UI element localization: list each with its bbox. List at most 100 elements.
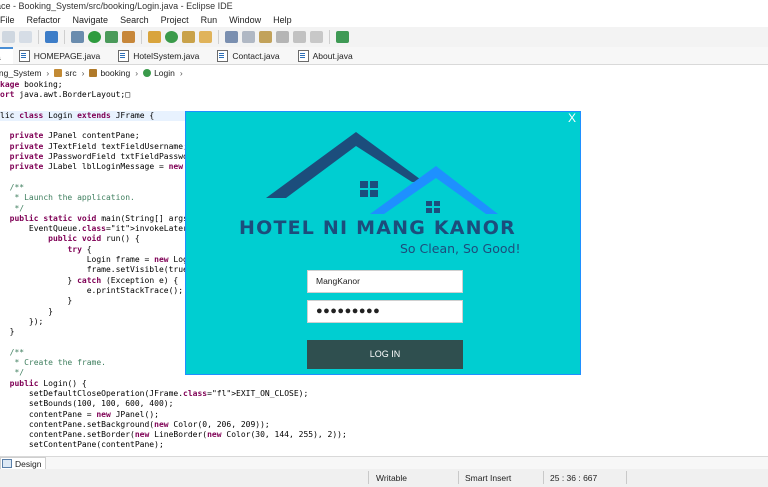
open-type-icon[interactable] [199, 31, 212, 43]
new-package-icon[interactable] [182, 31, 195, 43]
breadcrumb-label: src [65, 67, 77, 78]
main-toolbar [0, 27, 768, 48]
breadcrumb-separator-icon: › [46, 67, 50, 78]
design-icon [2, 459, 12, 468]
password-field[interactable]: ●●●●●●●●● [307, 300, 463, 323]
status-separator [458, 471, 459, 484]
menu-project[interactable]: Project [155, 15, 195, 25]
external-tools-icon[interactable] [122, 31, 135, 43]
java-file-icon [118, 49, 130, 62]
tab-label: About.java [312, 50, 353, 61]
back-arrow-icon[interactable] [293, 31, 306, 43]
debug-icon[interactable] [71, 31, 84, 43]
window-titlebar: ace - Booking_System/src/booking/Login.j… [0, 0, 768, 13]
code-line: kage booking; [0, 80, 63, 89]
code-line: contentPane.setBorder(new LineBorder(new… [0, 430, 347, 440]
status-bar: Writable Smart Insert 25 : 36 : 667 [0, 469, 768, 487]
window-dark-icon [370, 190, 378, 197]
breadcrumb-label: booking [100, 67, 131, 78]
status-separator [543, 471, 544, 484]
package-icon [89, 68, 98, 77]
new-file-icon[interactable] [2, 31, 15, 43]
menu-navigate[interactable]: Navigate [67, 15, 115, 25]
menu-help[interactable]: Help [267, 15, 298, 25]
toolbar-separator [329, 30, 330, 44]
breadcrumb-class[interactable]: Login [143, 68, 175, 78]
forward-arrow-icon[interactable] [310, 31, 323, 43]
open-perspective-icon[interactable] [336, 31, 349, 43]
tab-homepage-java[interactable]: HOMEPAGE.java [13, 47, 112, 64]
tab-about-java[interactable]: About.java [292, 47, 365, 64]
search-icon[interactable] [225, 31, 238, 43]
code-line: contentPane.setLayout(null); [0, 451, 347, 452]
window-small-icon [426, 208, 432, 213]
menu-run[interactable]: Run [195, 15, 224, 25]
coverage-icon[interactable] [105, 31, 118, 43]
status-insert-mode: Smart Insert [465, 473, 512, 483]
print-icon[interactable] [45, 31, 58, 43]
tab-label: Contact.java [232, 50, 280, 61]
window-title: ace - Booking_System/src/booking/Login.j… [0, 1, 233, 11]
toolbar-separator [218, 30, 219, 44]
menu-window[interactable]: Window [223, 15, 267, 25]
new-class-icon[interactable] [165, 31, 178, 43]
next-annotation-icon[interactable] [259, 31, 272, 43]
window-small-icon [426, 201, 432, 206]
annotation-icon[interactable] [242, 31, 255, 43]
code-line: public Login() { [9, 378, 87, 388]
java-file-icon [217, 49, 229, 62]
breadcrumb-separator-icon: › [135, 67, 139, 78]
status-separator [626, 471, 627, 484]
status-writable: Writable [376, 473, 408, 483]
hotel-name: HOTEL NI MANG KANOR [239, 217, 516, 239]
breadcrumb: ing_System › src › booking › Login › [0, 65, 768, 80]
code-line: setDefaultCloseOperation(JFrame.class="f… [0, 388, 309, 398]
menu-search[interactable]: Search [114, 15, 155, 25]
tab-label: HotelSystem.java [133, 50, 200, 61]
close-icon[interactable]: X [568, 112, 576, 124]
breadcrumb-package[interactable]: booking [89, 68, 130, 78]
window-dark-icon [370, 181, 378, 188]
code-line: setBounds(100, 100, 600, 400); [0, 399, 174, 409]
username-field[interactable]: MangKanor [307, 270, 463, 293]
code-line: setContentPane(contentPane); [0, 440, 164, 450]
status-separator [368, 471, 369, 484]
breadcrumb-src[interactable]: src [54, 67, 77, 78]
code-line: contentPane.setBackground(new Color(0, 2… [0, 419, 270, 429]
menu-bar: File Refactor Navigate Search Project Ru… [0, 13, 768, 27]
breadcrumb-project[interactable]: ing_System [0, 68, 41, 78]
window-small-icon [434, 208, 440, 213]
menu-file[interactable]: File [0, 15, 21, 25]
tab-label: a [0, 52, 1, 62]
login-window: X HOTEL NI MANG KANOR So Clean, So Good!… [185, 111, 581, 375]
window-small-icon [434, 201, 440, 206]
breadcrumb-separator-icon: › [81, 67, 85, 78]
status-cursor-position: 25 : 36 : 667 [550, 473, 598, 483]
toolbar-separator [141, 30, 142, 44]
run-icon[interactable] [88, 31, 101, 43]
window-dark-icon [360, 181, 368, 188]
breadcrumb-label: Login [154, 67, 175, 78]
hotel-tagline: So Clean, So Good! [400, 241, 521, 256]
menu-refactor[interactable]: Refactor [21, 15, 67, 25]
login-button[interactable]: LOG IN [307, 340, 463, 369]
source-folder-icon [54, 68, 63, 77]
class-icon [143, 68, 152, 77]
house-roof-light [370, 166, 498, 214]
house-roof-dark [266, 132, 424, 198]
java-file-icon [18, 49, 30, 62]
tab-login-java[interactable]: a [0, 47, 13, 64]
editor-tab-bar: a HOMEPAGE.java HotelSystem.java Contact… [0, 47, 768, 65]
tab-hotelsystem-java[interactable]: HotelSystem.java [112, 47, 211, 64]
new-java-project-icon[interactable] [148, 31, 161, 43]
toolbar-separator [64, 30, 65, 44]
breadcrumb-separator-icon: › [179, 67, 183, 78]
editor-bottom-tabs: Design [0, 456, 768, 470]
pin-icon[interactable] [276, 31, 289, 43]
window-dark-icon [360, 190, 368, 197]
toolbar-separator [38, 30, 39, 44]
save-icon[interactable] [19, 31, 32, 43]
java-file-icon [297, 49, 309, 62]
tab-contact-java[interactable]: Contact.java [211, 47, 291, 64]
